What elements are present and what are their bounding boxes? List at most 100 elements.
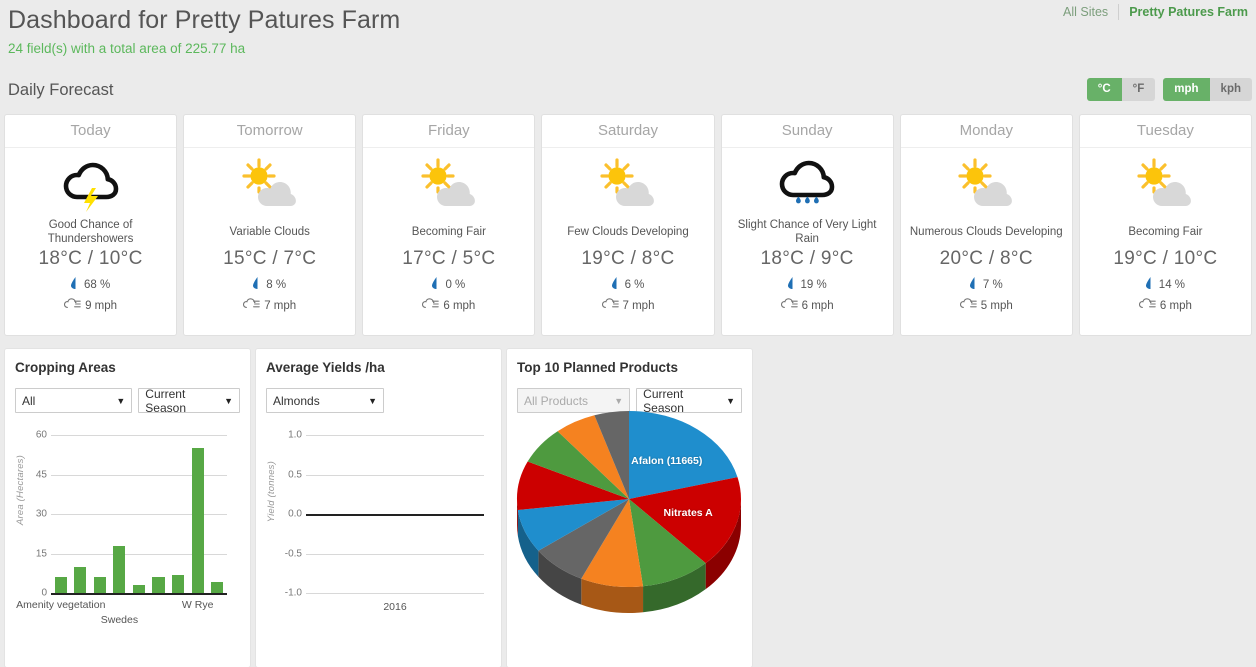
celsius-toggle[interactable]: °C [1086,78,1122,101]
field-summary-text: 24 field(s) with a total area of 225.77 … [8,41,246,56]
wind-value: 5 mph [980,299,1013,312]
forecast-condition: Becoming Fair [411,226,486,238]
yields-crop-select-value: Almonds [273,393,320,408]
dashboard-panels: Cropping Areas All ▼ Current Season ▼ Ar… [0,348,1256,667]
all-sites-link[interactable]: All Sites [1053,5,1118,19]
forecast-card: Saturday Few Clouds Developing 19°C / 8°… [541,114,715,336]
forecast-day-name: Tomorrow [184,115,356,148]
sun-cloud-icon [1134,152,1196,216]
bar-chart-x-tick: Amenity vegetation [16,599,106,611]
precipitation-value: 6 % [624,278,645,291]
rain-cloud-icon [779,160,835,204]
site-navigation: All Sites Pretty Patures Farm [1053,4,1250,20]
yield-chart-y-tick: -0.5 [284,548,302,559]
sun-cloud-icon [1137,158,1192,206]
bar-chart-bar[interactable] [74,566,87,593]
yields-crop-select[interactable]: Almonds ▼ [266,388,384,413]
average-yields-line-chart: Yield (tonnes) 1.0 0.5 0.0 -0.5 -1.0 2016 [266,427,491,625]
forecast-condition: Few Clouds Developing [567,226,689,238]
bar-chart-y-tick: 60 [35,429,47,441]
forecast-card-row: Today Good Chance of Thundershowers 18°C… [0,114,1256,336]
yield-chart-y-tick: 1.0 [288,429,302,441]
bar-chart-x-tick: W Rye [181,599,214,611]
wind-icon [1138,298,1156,308]
forecast-day-name: Monday [900,115,1072,148]
wind-icon [64,298,81,308]
forecast-card: Tuesday Becoming Fair 19°C / 10°C 14 % 6… [1078,114,1252,336]
forecast-day-name: Tuesday [1079,115,1251,148]
forecast-card: Friday Becoming Fair 17°C / 5°C 0 % 6 mp… [362,114,536,336]
chevron-down-icon: ▼ [368,395,377,406]
bar-chart-y-tick: 15 [35,548,47,559]
forecast-temperature: 20°C / 8°C [939,248,1033,269]
forecast-precipitation: 7 % [969,277,1003,292]
forecast-day-name: Today [5,115,177,148]
wind-icon [601,298,619,313]
forecast-card: Monday Numerous Clouds Developing 20°C /… [899,114,1073,336]
precipitation-drop-icon [969,277,975,289]
bar-chart-bar[interactable] [172,575,185,593]
chevron-down-icon: ▼ [726,395,735,406]
forecast-temperature: 18°C / 10°C [38,248,143,269]
temperature-unit-toggle-group: °C °F [1086,78,1156,101]
forecast-day-name: Sunday [721,115,893,148]
bar-chart-y-tick: 30 [35,508,47,520]
sun-cloud-icon [955,152,1017,216]
chevron-down-icon: ▼ [224,395,233,406]
forecast-temperature: 19°C / 10°C [1113,248,1218,269]
sun-cloud-icon [958,158,1013,206]
wind-icon [780,298,798,308]
bar-chart-bar[interactable] [211,582,224,593]
fahrenheit-toggle[interactable]: °F [1121,78,1156,101]
thunderstorm-icon [63,162,118,212]
yield-chart-y-tick: 0.5 [288,469,302,480]
precipitation-value: 68 % [83,278,111,291]
wind-value: 6 mph [801,299,834,312]
cropping-crop-select[interactable]: All ▼ [15,388,133,413]
bar-chart-y-tick: 0 [41,587,47,599]
sun-cloud-icon [600,158,654,206]
forecast-wind: 6 mph [1138,298,1192,313]
wind-icon [243,298,260,308]
pie-slice-label: Afalon (11665) [631,454,703,467]
forecast-day-name: Friday [363,115,535,148]
kph-toggle[interactable]: kph [1209,78,1252,101]
precipitation-value: 19 % [800,278,827,291]
bar-chart-y-tick: 45 [35,469,47,480]
yields-filters: Almonds ▼ [266,388,491,413]
bar-chart-bar[interactable] [113,545,126,593]
forecast-precipitation: 0 % [432,277,465,292]
products-product-select-value: All Products [524,393,589,408]
forecast-condition: Good Chance of Thundershowers [47,219,134,245]
forecast-precipitation: 14 % [1145,277,1185,292]
bar-chart-bar[interactable] [152,577,165,593]
precipitation-value: 0 % [445,278,466,291]
average-yields-panel: Average Yields /ha Almonds ▼ Yield (tonn… [255,348,502,667]
planned-products-panel: Top 10 Planned Products All Products ▼ C… [506,348,753,667]
mph-toggle[interactable]: mph [1163,78,1210,101]
bar-chart-bar[interactable] [191,448,204,593]
cropping-season-select[interactable]: Current Season ▼ [138,387,240,415]
wind-icon [959,298,977,313]
chevron-down-icon: ▼ [116,395,126,406]
forecast-precipitation: 8 % [253,277,286,292]
pie-slice-label: Nitrates A [663,506,713,519]
wind-icon [780,298,798,313]
current-site-link[interactable]: Pretty Patures Farm [1119,5,1250,19]
forecast-condition: Becoming Fair [1128,226,1203,238]
forecast-toolbar: Daily Forecast °C °F mph kph [0,78,1256,108]
bar-chart-bar[interactable] [54,577,67,593]
forecast-precipitation: 6 % [611,277,645,292]
precipitation-drop-icon [1145,277,1151,289]
forecast-temperature: 18°C / 9°C [760,248,854,269]
forecast-card: Tomorrow Variable Clouds 15°C / 7°C 8 % … [183,114,357,336]
forecast-wind: 5 mph [959,298,1013,313]
bar-chart-bar[interactable] [132,585,146,593]
wind-icon [422,298,440,313]
wind-icon [422,298,440,308]
chevron-down-icon: ▼ [614,395,624,406]
forecast-condition: Variable Clouds [229,226,310,238]
bar-chart-bar[interactable] [93,577,106,593]
yield-chart-gridline [306,553,484,555]
sun-cloud-icon [418,152,480,216]
